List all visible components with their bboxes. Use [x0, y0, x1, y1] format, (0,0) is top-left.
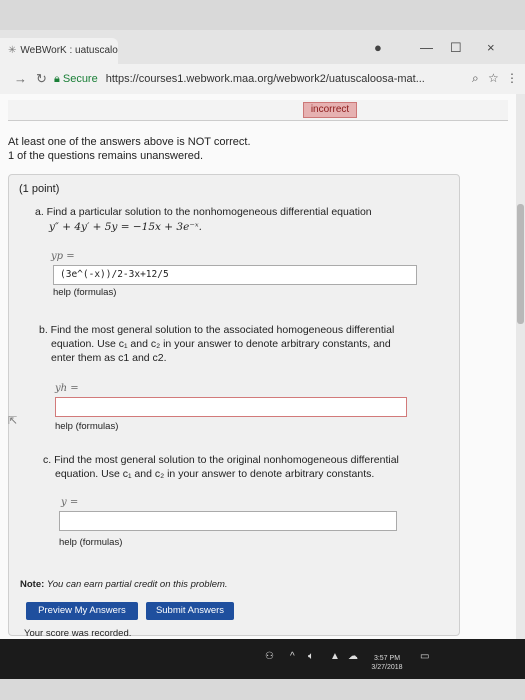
- maximize-button[interactable]: ☐: [450, 40, 462, 56]
- part-c-help-link[interactable]: help (formulas): [59, 537, 122, 548]
- part-a-help-link[interactable]: help (formulas): [53, 287, 116, 298]
- status-unanswered: 1 of the questions remains unanswered.: [8, 150, 204, 162]
- problem-points: (1 point): [19, 183, 60, 195]
- onedrive-icon[interactable]: ☁: [348, 651, 358, 662]
- close-button[interactable]: ×: [487, 40, 495, 55]
- mouse-cursor-icon: ⇱: [8, 415, 18, 427]
- taskbar-clock[interactable]: 3:57 PM 3/27/2018: [362, 654, 412, 672]
- part-a-answer-input[interactable]: (3e^(-x))/2-3x+12/5: [53, 265, 417, 285]
- reload-icon[interactable]: ↻: [36, 71, 47, 87]
- part-a-prompt: a. Find a particular solution to the non…: [35, 206, 372, 218]
- url-text: https://courses1.webwork.maa.org/webwork…: [105, 73, 425, 85]
- menu-kebab-icon[interactable]: ⋮: [506, 71, 518, 85]
- part-b-answer-input[interactable]: [55, 397, 407, 417]
- scrollbar-thumb[interactable]: [517, 204, 524, 324]
- minimize-button[interactable]: —: [420, 40, 433, 55]
- people-icon[interactable]: ⚇: [265, 651, 274, 662]
- problem-box: (1 point) a. Find a particular solution …: [8, 174, 460, 636]
- part-b-prompt-line1: b. Find the most general solution to the…: [39, 324, 395, 336]
- part-b-prompt-line2: equation. Use c₁ and c₂ in your answer t…: [51, 338, 391, 350]
- zoom-icon[interactable]: ⌕: [472, 71, 479, 86]
- note-text: You can earn partial credit on this prob…: [46, 579, 228, 590]
- submit-answers-button[interactable]: Submit Answers: [146, 602, 234, 620]
- clock-date: 3/27/2018: [371, 664, 403, 671]
- part-b-help-link[interactable]: help (formulas): [55, 421, 118, 432]
- secure-label: Secure: [62, 73, 98, 85]
- note-label: Note:: [20, 579, 45, 590]
- preview-answers-button[interactable]: Preview My Answers: [26, 602, 138, 620]
- page-scrollbar[interactable]: [516, 94, 525, 639]
- windows-taskbar: ⚇ ^ 🔈︎ ▲ ☁ 3:57 PM 3/27/2018 ▭: [0, 639, 525, 679]
- part-a-answer-label: yp =: [51, 251, 75, 262]
- results-table-strip: [8, 100, 508, 121]
- part-a-equation: y″ + 4y′ + 5y = −15x + 3e⁻ˣ.: [49, 221, 202, 233]
- bookmark-star-icon[interactable]: ☆: [488, 71, 499, 85]
- page-content: incorrect At least one of the answers ab…: [0, 94, 516, 639]
- volume-icon[interactable]: 🔈︎: [308, 651, 314, 662]
- status-not-correct: At least one of the answers above is NOT…: [8, 136, 251, 148]
- part-c-answer-label: y =: [61, 497, 79, 508]
- part-b-prompt-line3: enter them as c1 and c2.: [51, 352, 167, 364]
- part-c-prompt-line1: c. Find the most general solution to the…: [43, 454, 399, 466]
- webwork-favicon-icon: ✳: [8, 45, 17, 56]
- part-b-answer-label: yh =: [55, 383, 79, 394]
- part-c-prompt-line2: equation. Use c₁ and c₂ in your answer t…: [55, 468, 375, 480]
- partial-credit-note: Note: You can earn partial credit on thi…: [20, 579, 228, 590]
- screen: ✳ WeBWorK : uatuscaloos ● — ☐ × → ↻ 🔒︎ Sec…: [0, 0, 525, 700]
- lock-icon: 🔒︎: [54, 73, 60, 85]
- back-arrow-icon[interactable]: →: [14, 71, 27, 86]
- tab-title: WeBWorK : uatuscaloos: [20, 45, 118, 56]
- clock-time: 3:57 PM: [373, 655, 401, 662]
- network-icon[interactable]: ▲: [330, 651, 340, 662]
- address-bar: → ↻ 🔒︎ Secure https://courses1.webwork.maa…: [0, 64, 525, 94]
- score-recorded-message: Your score was recorded.: [24, 628, 132, 639]
- part-c-answer-input[interactable]: [59, 511, 397, 531]
- url-field[interactable]: 🔒︎ Secure https://courses1.webwork.maa.org…: [54, 68, 464, 90]
- action-center-icon[interactable]: ▭: [420, 651, 429, 662]
- browser-tab[interactable]: ✳ WeBWorK : uatuscaloos: [0, 38, 118, 64]
- incorrect-badge: incorrect: [303, 102, 357, 118]
- browser-title-bar: ✳ WeBWorK : uatuscaloos ● — ☐ ×: [0, 30, 525, 64]
- account-icon[interactable]: ●: [374, 40, 382, 55]
- tray-chevron-icon[interactable]: ^: [290, 651, 295, 662]
